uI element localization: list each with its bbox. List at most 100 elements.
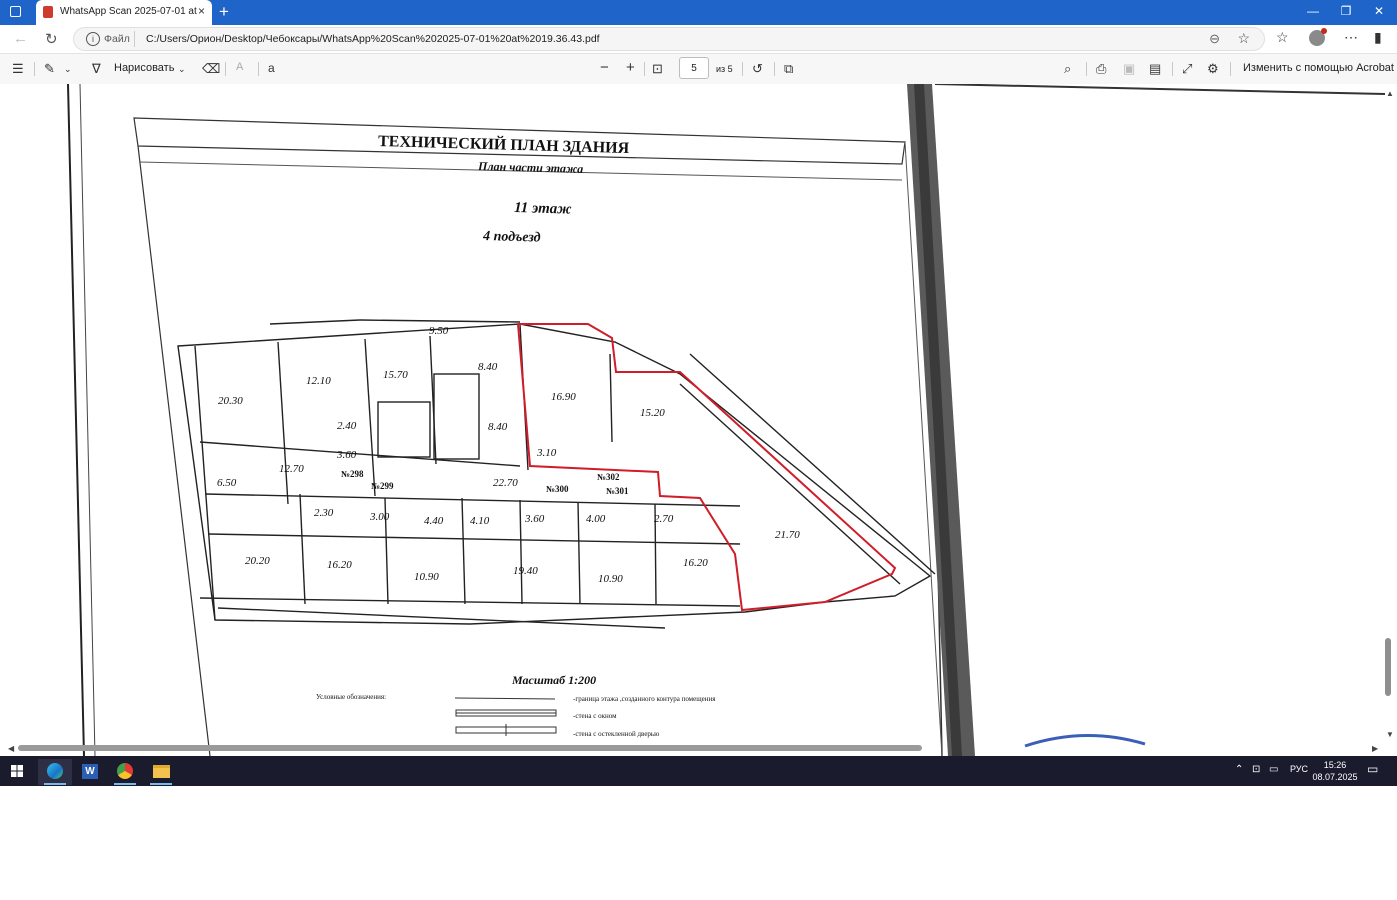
room-area: 12.10 [306,375,331,387]
draw-dropdown-icon[interactable]: ⌄ [178,64,186,75]
tray-chevron-icon[interactable]: ⌃ [1235,764,1243,775]
horizontal-scrollbar-thumb[interactable] [18,745,922,751]
room-area: 2.40 [337,420,357,432]
room-area: 19.40 [513,565,538,577]
url-text[interactable]: C:/Users/Орион/Desktop/Чебоксары/WhatsAp… [146,33,600,45]
scroll-up-arrow-icon[interactable]: ▲ [1386,89,1394,98]
corridor-label: №300 [546,484,569,494]
room-area: 20.30 [218,395,243,407]
room-area: 20.20 [245,555,270,567]
restore-button[interactable]: ❐ [1336,4,1356,18]
zoom-out-button[interactable]: − [600,59,609,76]
notifications-icon[interactable]: ▭ [1367,762,1378,776]
browser-title-bar: WhatsApp Scan 2025-07-01 at 19.36.43.pdf… [0,0,1397,25]
search-icon[interactable]: ⌕ [1064,61,1071,77]
room-area: 3.10 [536,447,557,459]
address-input[interactable]: i Файл C:/Users/Орион/Desktop/Чебоксары/… [73,27,1265,51]
highlight-icon[interactable]: ✎ [44,61,55,77]
folder-icon [153,765,170,778]
toolbar-divider [644,62,645,76]
browser-tab[interactable]: WhatsApp Scan 2025-07-01 at 19.36.43.pdf… [36,0,212,25]
url-separator [134,31,135,47]
read-aloud-icon[interactable]: a [268,61,275,75]
info-icon[interactable]: i [86,32,100,46]
draw-label[interactable]: Нарисовать [114,62,174,74]
pdf-document-viewport[interactable]: ТЕХНИЧЕСКИЙ ПЛАН ЗДАНИЯ План части этажа… [0,84,1397,756]
network-icon[interactable]: ▭ [1269,764,1278,775]
pdf-toolbar: ☰ ✎ ⌄ ∇ Нарисовать ⌄ ⌫ A a − + ⊡ 5 из 5 … [0,54,1397,85]
save-icon[interactable]: ▣ [1123,61,1135,77]
profile-avatar[interactable] [1309,28,1327,46]
address-bar-row: ← ↻ i Файл C:/Users/Орион/Desktop/Чебокс… [0,25,1397,54]
edge-icon [47,763,63,779]
room-area: 4.10 [470,515,490,527]
room-area: 2.70 [654,513,674,525]
favorites-icon[interactable]: ☆ [1276,29,1289,46]
back-arrow-icon[interactable]: ← [13,30,28,47]
document-subtitle: План части этажа [477,159,584,176]
zoom-in-button[interactable]: + [626,59,635,76]
toolbar-divider [774,62,775,76]
settings-gear-icon[interactable]: ⚙ [1207,61,1219,77]
windows-start-icon[interactable] [11,765,23,777]
taskbar-edge[interactable] [38,759,72,785]
save-as-icon[interactable]: ▤ [1149,61,1161,77]
active-indicator [150,783,172,785]
clock-date: 08.07.2025 [1312,772,1358,782]
floor-label: 11 этаж [514,200,572,218]
tab-close-button[interactable]: × [198,4,205,18]
room-area: 3.00 [369,511,390,523]
clock[interactable]: 15:26 08.07.2025 [1312,759,1358,783]
scroll-down-arrow-icon[interactable]: ▼ [1386,730,1394,739]
legend-item: -стена с окном [573,712,617,720]
room-area: 4.40 [424,515,444,527]
minimize-button[interactable]: — [1303,4,1323,18]
room-area: 10.90 [414,571,439,583]
close-window-button[interactable]: ✕ [1369,4,1389,18]
page-number-input[interactable]: 5 [679,57,709,79]
scale-label: Масштаб 1:200 [511,673,596,687]
page-view-icon[interactable]: ⧉ [784,61,793,77]
scroll-left-arrow-icon[interactable]: ◀ [8,744,14,753]
toolbar-divider [1172,62,1173,76]
taskbar-chrome[interactable] [108,759,142,785]
zoom-icon[interactable]: ⊖ [1209,31,1220,47]
rotate-icon[interactable]: ↺ [752,61,763,77]
scroll-right-arrow-icon[interactable]: ▶ [1372,744,1378,753]
toolbar-divider [258,62,259,76]
draw-icon[interactable]: ∇ [92,61,101,77]
taskbar-file-explorer[interactable] [144,759,178,785]
legend-item: -граница этажа ,созданного контура помещ… [573,695,716,703]
vertical-scrollbar-thumb[interactable] [1385,638,1391,696]
language-indicator[interactable]: РУС [1290,764,1308,774]
tray-device-icon[interactable]: ⊡ [1252,764,1260,775]
corridor-label: №298 [341,469,364,479]
tab-actions-icon[interactable] [10,6,21,17]
fullscreen-icon[interactable]: ⤢ [1182,61,1192,77]
active-indicator [44,783,66,785]
room-area: 16.90 [551,391,576,403]
print-icon[interactable]: ⎙ [1096,61,1106,77]
text-icon[interactable]: A [236,61,243,73]
room-area: 21.70 [775,529,800,541]
favorite-star-icon[interactable]: ☆ [1237,30,1250,47]
room-area: 15.20 [640,407,665,419]
new-tab-button[interactable]: + [219,2,229,22]
sidebar-toggle-icon[interactable]: ▮ [1374,29,1382,46]
room-area: 16.20 [683,557,708,569]
contents-list-icon[interactable]: ☰ [12,61,24,77]
more-menu-icon[interactable]: ⋯ [1344,29,1358,46]
room-area: 3.60 [336,449,357,461]
taskbar-word[interactable]: W [73,759,107,785]
room-area: 8.40 [488,421,508,433]
room-area: 10.90 [598,573,623,585]
highlight-dropdown-icon[interactable]: ⌄ [64,64,72,75]
refresh-icon[interactable]: ↻ [45,30,58,48]
edit-with-acrobat-button[interactable]: Изменить с помощью Acrobat [1243,62,1394,74]
fit-page-icon[interactable]: ⊡ [652,61,663,77]
windows-taskbar: W ⌃ ⊡ ▭ РУС 15:26 08.07.2025 ▭ [0,756,1397,786]
scanned-floor-plan: ТЕХНИЧЕСКИЙ ПЛАН ЗДАНИЯ План части этажа… [0,84,1397,756]
eraser-icon[interactable]: ⌫ [202,61,220,77]
room-area: 16.20 [327,559,352,571]
room-area: 22.70 [493,477,518,489]
